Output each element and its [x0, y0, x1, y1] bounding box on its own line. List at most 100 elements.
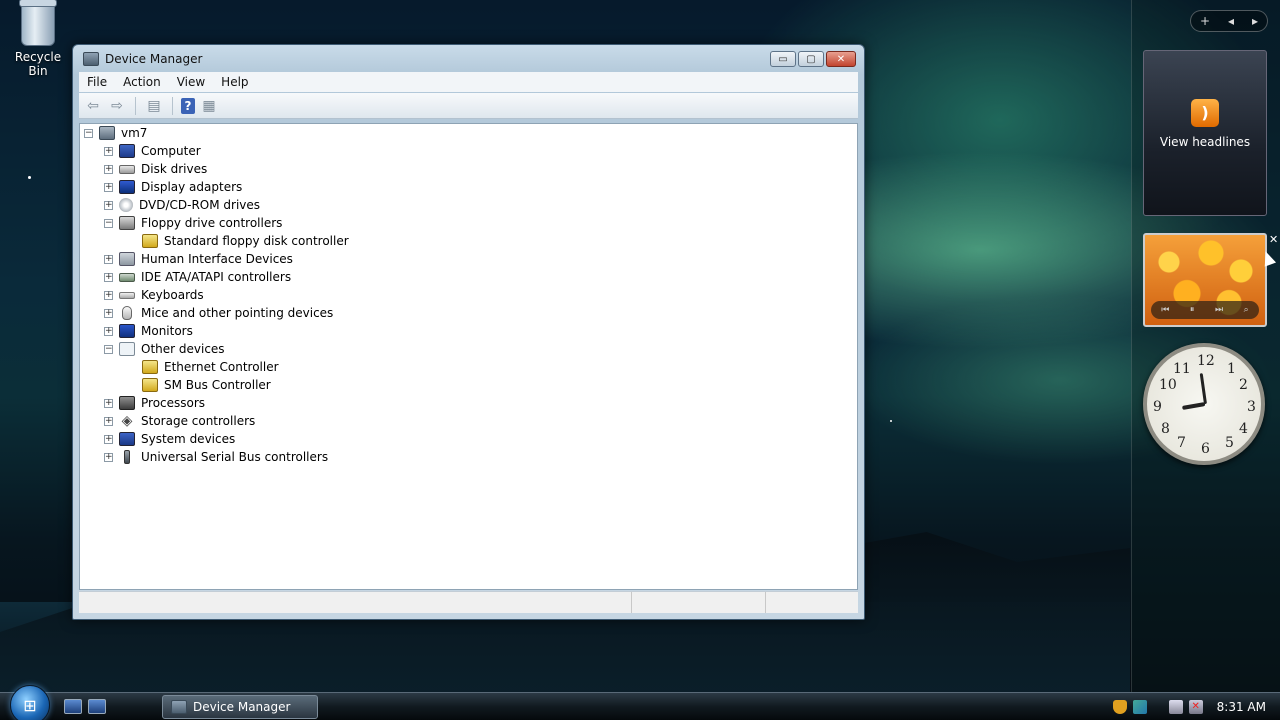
tree-category-item[interactable]: + DVD/CD-ROM drives	[104, 196, 260, 214]
tree-item-label: System devices	[141, 432, 236, 446]
toolbar-separator	[172, 96, 173, 115]
feed-headlines-gadget[interactable]: ) View headlines	[1143, 50, 1267, 216]
close-button[interactable]: ✕	[826, 51, 856, 67]
tree-category-item[interactable]: + Processors	[104, 394, 205, 412]
tree-item-label: Display adapters	[141, 180, 243, 194]
tree-category-item[interactable]: + Universal Serial Bus controllers	[104, 448, 328, 466]
taskbar: ⊞ Device Manager ✕ 8:31 AM	[0, 685, 1280, 720]
tree-category-item[interactable]: + Human Interface Devices	[104, 250, 293, 268]
security-shield-icon[interactable]	[1112, 700, 1127, 714]
device-tree[interactable]: − vm7 + Computer + Disk drives + Display adap…	[79, 123, 858, 590]
show-desktop-icon[interactable]	[64, 699, 82, 714]
dvd-drive-icon	[119, 198, 133, 212]
maximize-button[interactable]: ▢	[798, 51, 824, 67]
clock-numeral: 8	[1161, 421, 1170, 437]
tree-item-label: Mice and other pointing devices	[141, 306, 334, 320]
expand-icon[interactable]: +	[104, 182, 113, 192]
status-bar	[79, 591, 858, 613]
clock-numeral: 11	[1173, 361, 1191, 377]
collapse-icon[interactable]: −	[84, 128, 93, 138]
analog-clock-icon[interactable]: 12 1 2 3 4 5 6 7 8 9 10 11	[1143, 343, 1265, 465]
tree-category-item[interactable]: − Floppy drive controllers	[104, 214, 282, 232]
tree-category-item[interactable]: + IDE ATA/ATAPI controllers	[104, 268, 291, 286]
collapse-icon[interactable]: −	[104, 344, 113, 354]
system-tray: ✕ 8:31 AM	[1112, 693, 1280, 720]
volume-muted-icon[interactable]: ✕	[1188, 700, 1203, 714]
slideshow-next-icon[interactable]: ⏭	[1215, 305, 1223, 315]
tray-clock[interactable]: 8:31 AM	[1217, 700, 1266, 714]
sidebar-prev-button[interactable]: ◂	[1228, 14, 1234, 28]
window-title: Device Manager	[105, 52, 203, 66]
photo-slideshow-gadget[interactable]: ⏮ ⏸ ⏭ ⌕	[1143, 233, 1267, 327]
usb-icon	[124, 450, 130, 464]
expand-icon[interactable]: +	[104, 290, 113, 300]
view-icon[interactable]: ▦	[199, 97, 219, 115]
expand-icon[interactable]: +	[104, 326, 113, 336]
forward-arrow-icon[interactable]: ⇨	[107, 97, 127, 115]
add-gadget-button[interactable]: +	[1200, 14, 1210, 28]
clock-hour-hand	[1182, 402, 1206, 410]
sidebar-next-button[interactable]: ▸	[1252, 14, 1258, 28]
menu-view[interactable]: View	[169, 75, 213, 89]
tree-category-item[interactable]: + Keyboards	[104, 286, 204, 304]
toolbar: ⇦ ⇨ ▤ ? ▦	[79, 93, 858, 119]
slideshow-view-icon[interactable]: ⌕	[1244, 305, 1249, 315]
device-manager-icon	[83, 52, 99, 66]
keyboard-icon	[119, 291, 135, 299]
gadget-close-icon[interactable]: ✕	[1269, 233, 1278, 246]
collapse-icon[interactable]: −	[104, 218, 113, 228]
disk-drive-icon	[119, 164, 135, 174]
expand-icon[interactable]: +	[104, 164, 113, 174]
expand-icon[interactable]: +	[104, 200, 113, 210]
expand-icon[interactable]: +	[104, 146, 113, 156]
menu-file[interactable]: File	[79, 75, 115, 89]
warning-device-icon	[142, 378, 158, 392]
expand-icon[interactable]: +	[104, 452, 113, 462]
clock-numeral: 7	[1177, 435, 1186, 451]
expand-icon[interactable]: +	[104, 272, 113, 282]
view-headlines-label[interactable]: View headlines	[1160, 135, 1250, 149]
expand-icon[interactable]: +	[104, 398, 113, 408]
tree-category-item[interactable]: + Mice and other pointing devices	[104, 304, 333, 322]
tree-category-item[interactable]: + System devices	[104, 430, 235, 448]
recycle-bin-icon	[19, 0, 57, 46]
tree-category-item[interactable]: + Computer	[104, 142, 201, 160]
tree-device-item[interactable]: Ethernet Controller	[142, 358, 279, 376]
expand-icon[interactable]: +	[104, 416, 113, 426]
tree-root[interactable]: − vm7	[84, 124, 147, 142]
tree-category-item[interactable]: + ◈ Storage controllers	[104, 412, 255, 430]
minimize-button[interactable]: ▭	[770, 51, 796, 67]
tree-category-item[interactable]: − Other devices	[104, 340, 225, 358]
expand-icon[interactable]: +	[104, 308, 113, 318]
tree-item-label: Storage controllers	[141, 414, 256, 428]
tree-category-item[interactable]: + Disk drives	[104, 160, 207, 178]
network-status-icon[interactable]	[1168, 700, 1183, 714]
menu-action[interactable]: Action	[115, 75, 169, 89]
device-manager-window[interactable]: Device Manager ▭ ▢ ✕ File Action View He…	[72, 44, 865, 620]
storage-controller-icon: ◈	[121, 413, 133, 429]
computer-icon	[119, 144, 135, 158]
properties-icon[interactable]: ▤	[144, 97, 164, 115]
taskbar-device-manager-button[interactable]: Device Manager	[162, 695, 318, 719]
tree-category-item[interactable]: + Display adapters	[104, 178, 242, 196]
menu-help[interactable]: Help	[213, 75, 256, 89]
tree-device-item[interactable]: SM Bus Controller	[142, 376, 271, 394]
tree-item-label: Processors	[141, 396, 206, 410]
network-icon[interactable]	[1132, 700, 1147, 714]
expand-icon[interactable]: +	[104, 434, 113, 444]
status-cell	[79, 592, 631, 613]
sidebar-controls: + ◂ ▸	[1190, 10, 1268, 32]
help-icon[interactable]: ?	[181, 97, 195, 114]
slideshow-pause-icon[interactable]: ⏸	[1190, 305, 1195, 315]
window-titlebar[interactable]: Device Manager	[73, 45, 864, 73]
tree-item-label: IDE ATA/ATAPI controllers	[141, 270, 292, 284]
back-arrow-icon[interactable]: ⇦	[83, 97, 103, 115]
expand-icon[interactable]: +	[104, 254, 113, 264]
tree-category-item[interactable]: + Monitors	[104, 322, 193, 340]
slideshow-previous-icon[interactable]: ⏮	[1161, 305, 1169, 315]
start-orb-icon[interactable]: ⊞	[10, 685, 50, 720]
tree-device-item[interactable]: Standard floppy disk controller	[142, 232, 349, 250]
status-cell	[631, 592, 765, 613]
switch-windows-icon[interactable]	[88, 699, 106, 714]
recycle-bin-shortcut[interactable]: Recycle Bin	[4, 0, 72, 78]
